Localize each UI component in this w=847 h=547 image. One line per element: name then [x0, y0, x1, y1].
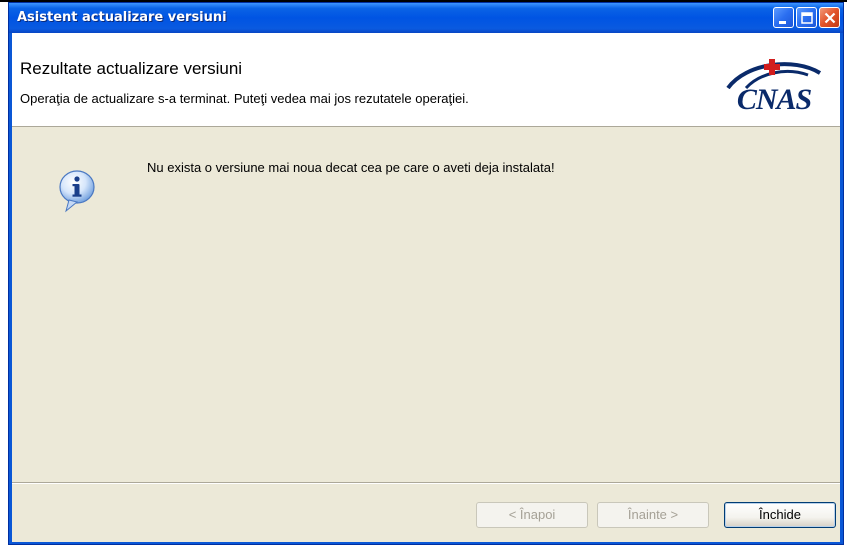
wizard-header: Rezultate actualizare versiuni Operaţia … [12, 33, 840, 127]
footer-divider [12, 482, 840, 484]
close-icon [824, 12, 836, 24]
close-window-button[interactable] [819, 7, 840, 28]
cnas-logo: CNAS [716, 55, 832, 117]
next-button[interactable]: Înainte > [597, 502, 709, 528]
close-button[interactable]: Închide [724, 502, 836, 528]
wizard-window: Asistent actualizare versiuni Rezultate … [8, 2, 844, 545]
header-title: Rezultate actualizare versiuni [20, 59, 243, 78]
minimize-button[interactable] [773, 7, 794, 28]
window-title: Asistent actualizare versiuni [17, 10, 227, 25]
title-bar[interactable]: Asistent actualizare versiuni [9, 3, 843, 33]
info-icon [57, 169, 97, 213]
result-message: Nu exista o versiune mai noua decat cea … [147, 160, 555, 175]
logo-text: CNAS [736, 83, 812, 116]
dialog-client-area: Rezultate actualizare versiuni Operaţia … [12, 33, 840, 542]
maximize-icon [801, 12, 813, 24]
screen: Asistent actualizare versiuni Rezultate … [0, 0, 847, 547]
minimize-icon [779, 21, 786, 24]
back-button[interactable]: < Înapoi [476, 502, 588, 528]
maximize-button[interactable] [796, 7, 817, 28]
header-subtitle: Operaţia de actualizare s-a terminat. Pu… [20, 91, 469, 106]
